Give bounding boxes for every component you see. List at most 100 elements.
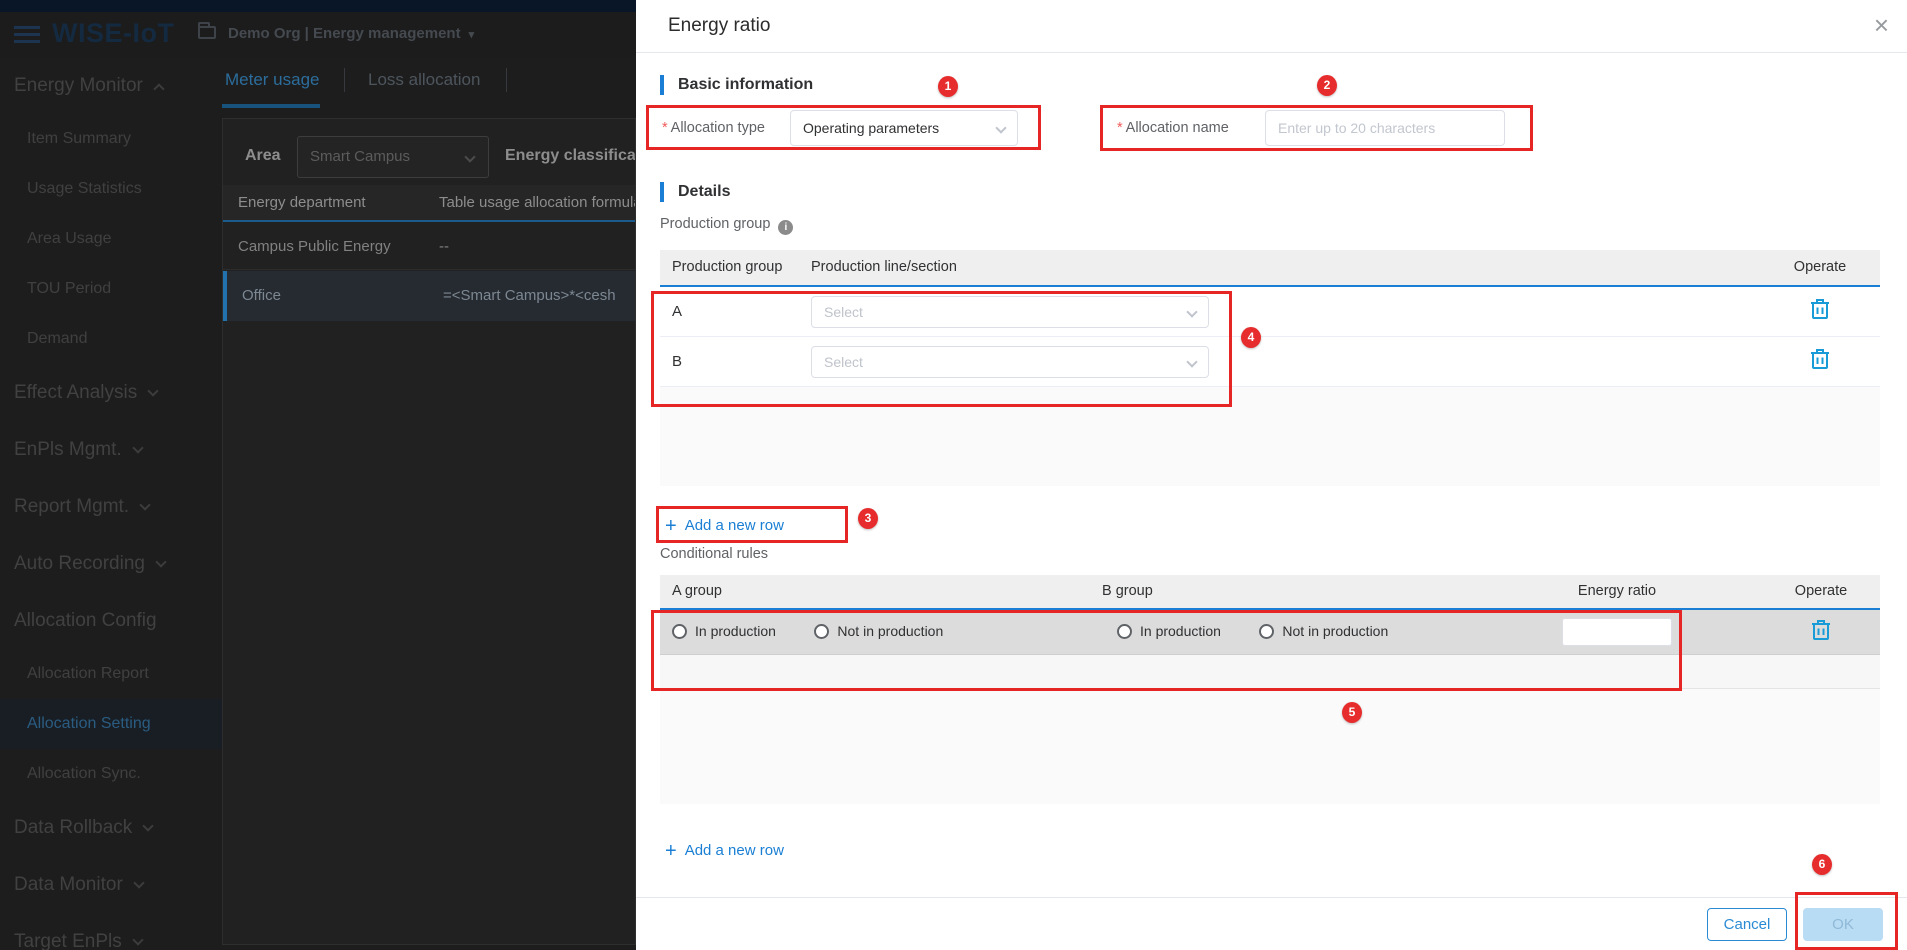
group-a-label: A [660,303,811,320]
sidebar-item-item-summary[interactable]: Item Summary [0,114,222,164]
chevron-down-icon [132,934,143,945]
sidebar-item-demand[interactable]: Demand [0,314,222,364]
area-select[interactable]: Smart Campus [297,136,489,178]
conditional-empty-row [660,655,1880,689]
hamburger-menu-icon[interactable] [14,26,40,44]
active-tab-underline [222,104,320,108]
b-group-not-in-production-radio[interactable] [1259,624,1274,639]
a-group-not-in-production-label[interactable]: Not in production [837,623,943,639]
energy-ratio-input[interactable] [1562,618,1672,646]
allocation-name-input[interactable] [1265,110,1505,146]
chevron-down-icon [464,151,475,162]
energy-classification-label: Energy classification [505,147,636,165]
col-a-group: A group [660,575,1102,608]
sidebar-item-target-enpls[interactable]: Target EnPls [0,913,222,950]
tab-meter-usage[interactable]: Meter usage [225,70,320,90]
production-line-select-b[interactable]: Select [811,346,1209,378]
annotation-badge-2: 2 [1317,75,1337,96]
b-group-in-production-radio[interactable] [1117,624,1132,639]
org-breadcrumb[interactable]: Demo Org | Energy management▾ [228,25,474,42]
section-accent-bar [660,182,664,202]
required-asterisk: * [1117,120,1123,136]
allocation-type-label: *Allocation type [662,110,765,146]
chevron-down-icon [1186,356,1197,367]
close-icon[interactable]: × [1874,12,1889,38]
col-energy-ratio: Energy ratio [1472,575,1762,608]
col-usage-allocation-formula: Table usage allocation formula [439,185,636,220]
production-table-footer [660,387,1880,486]
conditional-table-header: A group B group Energy ratio Operate [660,575,1880,610]
sidebar-item-auto-recording[interactable]: Auto Recording [0,535,222,592]
plus-icon: + [665,515,677,537]
allocation-name-label: *Allocation name [1117,110,1229,146]
chevron-down-icon [1186,306,1197,317]
sidebar-item-energy-monitor[interactable]: Energy Monitor [0,57,222,114]
conditional-rules-label: Conditional rules [660,546,768,562]
cancel-button[interactable]: Cancel [1707,908,1787,941]
chevron-down-icon [139,499,150,510]
area-filter-label: Area [245,147,281,165]
chevron-down-icon [995,122,1006,133]
table-row[interactable]: Campus Public Energy -- [223,224,636,270]
table-row-selected[interactable]: Office =<Smart Campus>*<cesh [223,271,636,321]
add-production-row-button[interactable]: +Add a new row [665,515,784,538]
basic-information-section-title: Basic information [678,75,813,95]
sidebar-item-allocation-config[interactable]: Allocation Config [0,592,222,649]
plus-icon: + [665,840,677,862]
chevron-down-icon [148,385,159,396]
modal-title: Energy ratio [668,15,770,37]
sidebar-item-data-monitor[interactable]: Data Monitor [0,856,222,913]
sidebar-item-usage-statistics[interactable]: Usage Statistics [0,164,222,214]
production-group-label: Production groupi [660,216,793,235]
app-root: WISE-IoT Demo Org | Energy management▾ E… [0,0,1907,950]
energy-ratio-modal: Energy ratio × Basic information *Alloca… [636,0,1907,950]
group-b-label: B [660,353,811,370]
org-caret-icon: ▾ [469,29,475,41]
conditional-rules-table: A group B group Energy ratio Operate In … [660,575,1880,804]
dark-table-header: Energy department Table usage allocation… [223,185,636,222]
sidebar: Energy Monitor Item Summary Usage Statis… [0,57,222,950]
delete-row-b-trash-icon[interactable] [1810,348,1830,375]
conditional-table-footer [660,689,1880,804]
production-row-a: A Select [660,287,1880,337]
production-group-table: Production group Production line/section… [660,250,1880,486]
sidebar-item-data-rollback[interactable]: Data Rollback [0,799,222,856]
sidebar-item-report-mgmt[interactable]: Report Mgmt. [0,478,222,535]
meter-usage-panel: Area Smart Campus Energy classification … [222,118,636,945]
annotation-badge-1: 1 [938,76,958,97]
add-conditional-row-button[interactable]: +Add a new row [665,840,784,863]
sidebar-item-tou-period[interactable]: TOU Period [0,264,222,314]
chevron-down-icon [132,442,143,453]
delete-conditional-row-trash-icon[interactable] [1811,619,1831,646]
sidebar-item-allocation-report[interactable]: Allocation Report [0,649,222,699]
conditional-rule-row: In production Not in production In produ… [660,610,1880,655]
a-group-in-production-radio[interactable] [672,624,687,639]
sidebar-item-effect-analysis[interactable]: Effect Analysis [0,364,222,421]
a-group-in-production-label[interactable]: In production [695,623,776,639]
col-production-group: Production group [660,250,811,285]
chevron-up-icon [153,83,164,94]
col-b-group: B group [1102,575,1472,608]
tab-loss-allocation[interactable]: Loss allocation [368,70,480,90]
content-tabs: Meter usage Loss allocation [222,62,636,112]
annotation-badge-6: 6 [1812,854,1832,875]
modal-footer: Cancel OK [636,897,1907,950]
production-line-select-a[interactable]: Select [811,296,1209,328]
app-logo: WISE-IoT [52,18,174,49]
sidebar-item-enpls-mgmt[interactable]: EnPls Mgmt. [0,421,222,478]
b-group-not-in-production-label[interactable]: Not in production [1282,623,1388,639]
chevron-down-icon [143,820,154,831]
info-icon[interactable]: i [778,220,793,235]
ok-button[interactable]: OK [1803,908,1883,941]
col-production-line-section: Production line/section [811,250,1760,285]
section-accent-bar [660,75,664,95]
delete-row-a-trash-icon[interactable] [1810,298,1830,325]
a-group-not-in-production-radio[interactable] [814,624,829,639]
b-group-in-production-label[interactable]: In production [1140,623,1221,639]
allocation-type-select[interactable]: Operating parameters [790,110,1018,146]
sidebar-item-allocation-sync[interactable]: Allocation Sync. [0,749,222,799]
col-operate: Operate [1762,575,1880,608]
sidebar-item-allocation-setting[interactable]: Allocation Setting [0,699,222,749]
sidebar-item-area-usage[interactable]: Area Usage [0,214,222,264]
annotation-badge-3: 3 [858,508,878,529]
